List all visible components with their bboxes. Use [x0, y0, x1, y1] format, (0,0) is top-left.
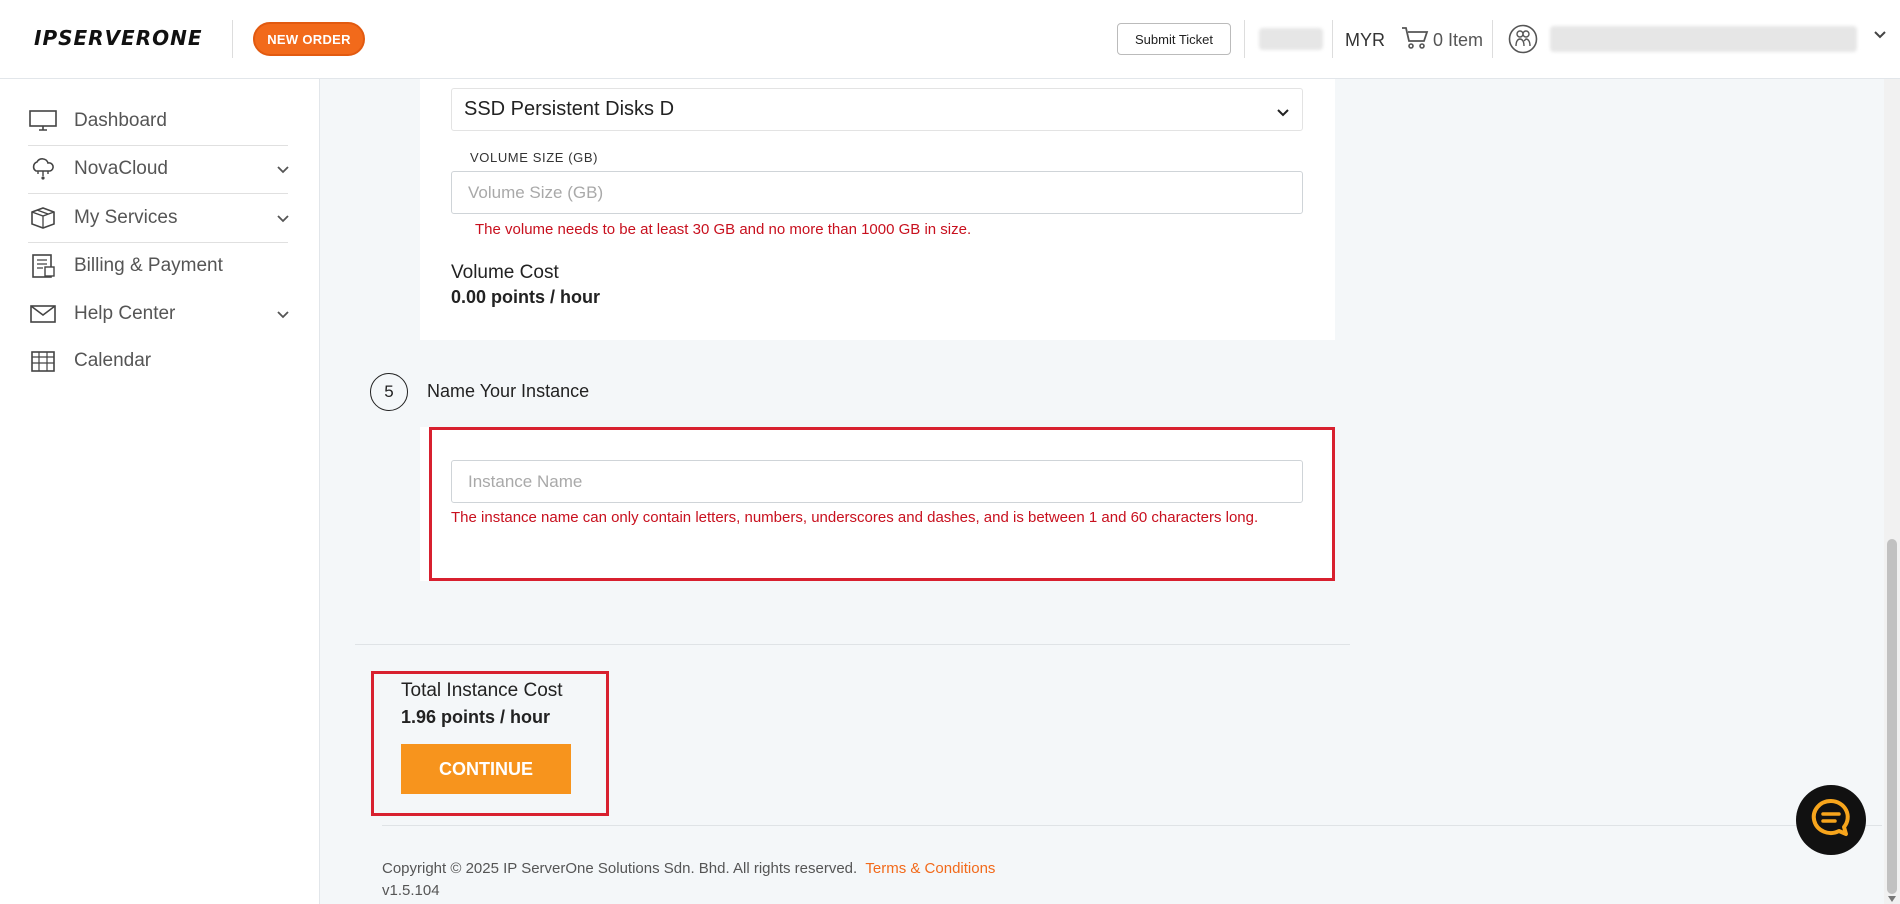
user-avatar-icon[interactable]: [1508, 24, 1538, 59]
invoice-icon: [28, 253, 58, 279]
vertical-scrollbar[interactable]: [1884, 79, 1900, 904]
sidebar-item-label: Calendar: [74, 350, 152, 371]
step-title: Name Your Instance: [427, 381, 590, 401]
currency-selector[interactable]: MYR: [1345, 30, 1385, 51]
sidebar-item-label: My Services: [74, 207, 178, 228]
header-divider: [1332, 20, 1333, 58]
step-number: 5: [370, 373, 408, 411]
sidebar-item-label: NovaCloud: [74, 158, 168, 179]
disk-type-value: SSD Persistent Disks D: [464, 98, 675, 120]
chevron-down-icon: [276, 162, 290, 176]
submit-ticket-button[interactable]: Submit Ticket: [1117, 23, 1231, 55]
blurred-account-balance: [1259, 28, 1323, 50]
chevron-down-icon: [276, 307, 290, 321]
chevron-down-icon: [1276, 103, 1290, 126]
footer-divider: [382, 825, 1882, 826]
sidebar-item-dashboard[interactable]: Dashboard: [28, 97, 290, 145]
scrollbar-thumb[interactable]: [1887, 539, 1897, 894]
cart-icon: [1401, 26, 1429, 55]
highlight-box: [429, 427, 1335, 581]
logo-divider: [232, 20, 233, 58]
volume-cost-label: Volume Cost: [451, 262, 559, 283]
instance-name-error: The instance name can only contain lette…: [451, 509, 1259, 526]
volume-cost-value: 0.00 points / hour: [451, 287, 601, 307]
envelope-icon: [28, 301, 58, 327]
top-header: IPSERVERONE NEW ORDER Submit Ticket MYR …: [0, 0, 1900, 79]
copyright: Copyright © 2025 IP ServerOne Solutions …: [382, 860, 995, 877]
new-order-button[interactable]: NEW ORDER: [253, 22, 365, 56]
continue-button[interactable]: CONTINUE: [401, 744, 571, 794]
total-cost-value: 1.96 points / hour: [401, 707, 551, 727]
blurred-user-name[interactable]: [1550, 26, 1857, 52]
calendar-icon: [28, 348, 58, 374]
sidebar-item-help-center[interactable]: Help Center: [28, 290, 290, 338]
monitor-icon: [28, 108, 58, 134]
sidebar-item-label: Billing & Payment: [74, 255, 223, 276]
volume-size-error: The volume needs to be at least 30 GB an…: [475, 221, 972, 238]
terms-link[interactable]: Terms & Conditions: [865, 860, 995, 877]
sidebar-item-label: Dashboard: [74, 110, 167, 131]
cart-button[interactable]: 0 Item: [1401, 26, 1483, 55]
disk-type-select[interactable]: SSD Persistent Disks D: [451, 88, 1303, 131]
sidebar-item-my-services[interactable]: My Services: [28, 194, 290, 242]
section-divider: [355, 644, 1350, 645]
sidebar-item-novacloud[interactable]: NovaCloud: [28, 145, 290, 193]
cloud-network-icon: [28, 156, 58, 182]
sidebar-item-label: Help Center: [74, 303, 176, 324]
copyright-text: Copyright © 2025 IP ServerOne Solutions …: [382, 860, 858, 877]
cart-count: 0 Item: [1433, 30, 1484, 50]
volume-size-input[interactable]: [451, 171, 1303, 214]
chevron-down-icon[interactable]: [1873, 28, 1887, 47]
header-divider: [1244, 20, 1245, 58]
total-cost-label: Total Instance Cost: [401, 680, 563, 701]
sidebar-item-calendar[interactable]: Calendar: [28, 337, 290, 385]
header-divider: [1492, 20, 1493, 58]
chat-button[interactable]: [1796, 785, 1866, 855]
brand-logo[interactable]: IPSERVERONE: [34, 26, 203, 50]
instance-name-input[interactable]: [451, 460, 1303, 503]
chat-bubble-icon: [1809, 796, 1853, 845]
volume-size-label: VOLUME SIZE (GB): [470, 150, 599, 165]
sidebar-item-billing[interactable]: Billing & Payment: [28, 242, 290, 290]
version-label: v1.5.104: [382, 882, 440, 899]
box-icon: [28, 205, 58, 231]
scroll-down-arrow-icon[interactable]: [1888, 896, 1896, 902]
chevron-down-icon: [276, 211, 290, 225]
